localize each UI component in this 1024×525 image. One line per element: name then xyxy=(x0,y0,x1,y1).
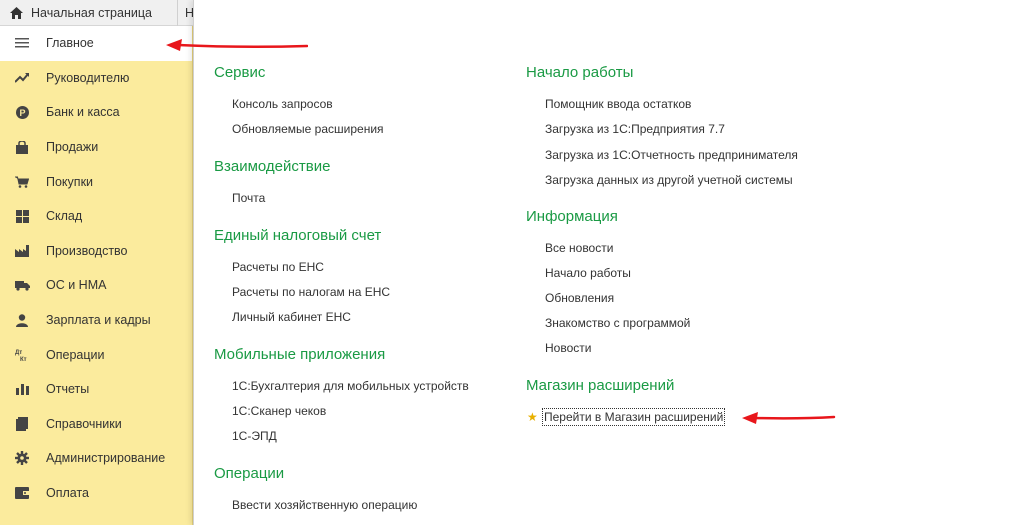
sidebar-item-label: ОС и НМА xyxy=(46,278,107,293)
link-ens-cabinet[interactable]: Личный кабинет ЕНС xyxy=(232,310,351,324)
red-arrow-icon xyxy=(166,39,308,51)
sidebar-item-sales[interactable]: Продажи xyxy=(0,130,192,165)
section-title-interaction: Взаимодействие xyxy=(214,158,331,175)
sidebar-item-operations[interactable]: Дт Кт Операции xyxy=(0,337,192,372)
sidebar-item-label: Оплата xyxy=(46,486,89,501)
grid-icon xyxy=(14,208,30,224)
link-getting-started[interactable]: Начало работы xyxy=(545,266,631,280)
section-title-info: Информация xyxy=(526,208,618,225)
sidebar-item-label: Отчеты xyxy=(46,382,90,397)
section-title-start: Начало работы xyxy=(526,64,634,81)
sidebar-item-bank[interactable]: P Банк и касса xyxy=(0,95,192,130)
link-epd[interactable]: 1С-ЭПД xyxy=(232,429,277,443)
cart-icon xyxy=(14,174,30,190)
shopping-bag-icon xyxy=(14,139,30,155)
sidebar-item-purchases[interactable]: Покупки xyxy=(0,164,192,199)
section-title-operations: Операции xyxy=(214,465,285,482)
tab-home[interactable]: Начальная страница xyxy=(0,0,178,26)
sidebar-item-label: Продажи xyxy=(46,140,99,155)
link-extension-store[interactable]: Перейти в Магазин расширений xyxy=(541,408,726,426)
link-updatable-extensions[interactable]: Обновляемые расширения xyxy=(232,122,384,136)
sidebar-item-references[interactable]: Справочники xyxy=(0,407,192,442)
link-load-reporting[interactable]: Загрузка из 1С:Отчетность предпринимател… xyxy=(545,148,798,162)
sidebar-item-label: Банк и касса xyxy=(46,105,120,120)
sidebar-item-label: Справочники xyxy=(46,416,122,431)
gear-icon xyxy=(14,450,30,466)
link-receipt-scanner[interactable]: 1С:Сканер чеков xyxy=(232,404,326,418)
wallet-icon xyxy=(14,485,30,501)
link-ens-tax-settlements[interactable]: Расчеты по налогам на ЕНС xyxy=(232,285,390,299)
sidebar-item-label: Операции xyxy=(46,347,105,362)
sidebar-item-label: Склад xyxy=(46,209,83,224)
hamburger-icon xyxy=(14,35,30,51)
home-icon xyxy=(10,7,23,19)
link-mobile-accounting[interactable]: 1С:Бухгалтерия для мобильных устройств xyxy=(232,379,469,393)
factory-icon xyxy=(14,243,30,259)
link-updates[interactable]: Обновления xyxy=(545,291,614,305)
book-icon xyxy=(14,416,30,432)
link-load-other-system[interactable]: Загрузка данных из другой учетной систем… xyxy=(545,173,793,187)
truck-icon xyxy=(14,277,30,293)
sidebar-item-label: Руководителю xyxy=(46,70,130,85)
link-load-77[interactable]: Загрузка из 1С:Предприятия 7.7 xyxy=(545,122,725,136)
link-news[interactable]: Новости xyxy=(545,341,591,355)
sidebar-item-admin[interactable]: Администрирование xyxy=(0,441,192,476)
coin-icon: P xyxy=(14,104,30,120)
trend-up-icon xyxy=(14,70,30,86)
link-mail[interactable]: Почта xyxy=(232,191,265,205)
sidebar-item-label: Администрирование xyxy=(46,451,166,466)
sidebar-item-manager[interactable]: Руководителю xyxy=(0,61,192,96)
star-icon: ★ xyxy=(527,410,538,424)
sidebar-item-label: Главное xyxy=(46,36,94,51)
sidebar-item-production[interactable]: Производство xyxy=(0,234,192,269)
section-title-service: Сервис xyxy=(214,64,266,81)
link-balance-wizard[interactable]: Помощник ввода остатков xyxy=(545,97,691,111)
section-title-mobile: Мобильные приложения xyxy=(214,346,386,363)
bar-chart-icon xyxy=(14,381,30,397)
dt-kt-icon: Дт Кт xyxy=(14,347,30,363)
sidebar-item-reports[interactable]: Отчеты xyxy=(0,372,192,407)
sidebar: Главное Руководителю P Банк и касса Прод… xyxy=(0,26,193,525)
main-menu-panel: Сервис Консоль запросов Обновляемые расш… xyxy=(193,0,1024,525)
person-icon xyxy=(14,312,30,328)
tab-home-label: Начальная страница xyxy=(31,6,152,20)
sidebar-item-label: Производство xyxy=(46,243,128,258)
section-title-ens: Единый налоговый счет xyxy=(214,227,382,244)
svg-text:Дт: Дт xyxy=(15,350,22,356)
sidebar-item-label: Покупки xyxy=(46,174,94,189)
svg-text:Кт: Кт xyxy=(20,357,27,361)
link-ens-settlements[interactable]: Расчеты по ЕНС xyxy=(232,260,324,274)
sidebar-item-fixed-assets[interactable]: ОС и НМА xyxy=(0,268,192,303)
link-query-console[interactable]: Консоль запросов xyxy=(232,97,333,111)
sidebar-item-label: Зарплата и кадры xyxy=(46,313,151,328)
sidebar-item-payment[interactable]: Оплата xyxy=(0,476,192,511)
sidebar-item-warehouse[interactable]: Склад xyxy=(0,199,192,234)
sidebar-item-salary[interactable]: Зарплата и кадры xyxy=(0,303,192,338)
red-arrow-icon xyxy=(742,412,836,424)
link-all-news[interactable]: Все новости xyxy=(545,241,613,255)
section-title-store: Магазин расширений xyxy=(526,377,675,394)
link-intro[interactable]: Знакомство с программой xyxy=(545,316,690,330)
link-enter-operation[interactable]: Ввести хозяйственную операцию xyxy=(232,498,417,512)
svg-text:P: P xyxy=(19,108,25,118)
